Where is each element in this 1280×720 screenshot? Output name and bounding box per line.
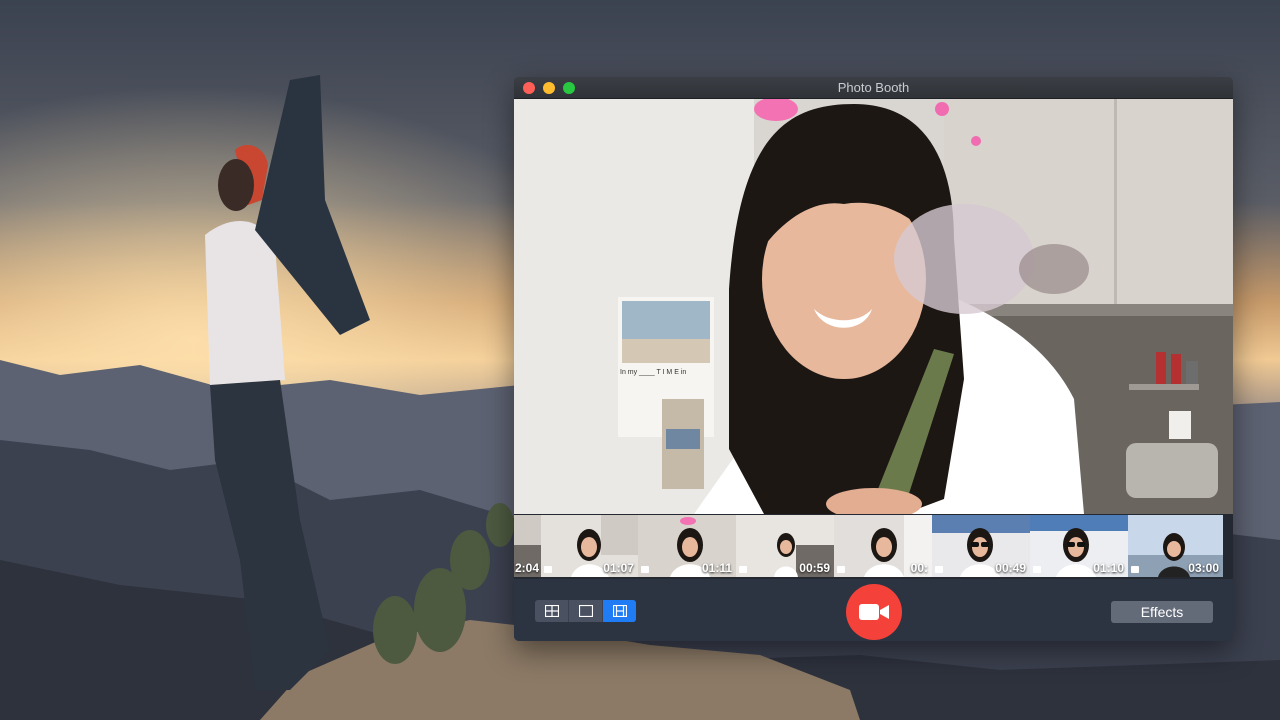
thumbnail-item[interactable]: 01:10 [1030, 515, 1130, 577]
thumbnail-item[interactable]: 00:49 [932, 515, 1032, 577]
square-icon [578, 605, 593, 617]
thumbnail-item[interactable]: 01:07 [541, 515, 640, 577]
title-bar[interactable]: Photo Booth [514, 77, 1233, 99]
record-button[interactable] [846, 584, 902, 640]
thumbnail-item[interactable]: 01:11 [638, 515, 738, 577]
photo-booth-window: Photo Booth In my ____ T I M E in 2:04 0… [514, 77, 1233, 641]
bottom-toolbar: Effects [514, 579, 1233, 641]
view-mode-control [535, 600, 636, 622]
video-icon [544, 566, 552, 573]
video-icon [1131, 566, 1139, 573]
thumbnail-item[interactable]: 00:59 [736, 515, 836, 577]
film-icon [612, 605, 627, 617]
video-icon [1033, 566, 1041, 573]
thumbnail-item[interactable]: 00: [834, 515, 934, 577]
window-title: Photo Booth [837, 80, 910, 95]
filmstrip-view-button[interactable] [603, 600, 636, 622]
thumbnail-duration: 00:59 [799, 561, 830, 575]
thumbnail-duration: 00: [910, 561, 928, 575]
camera-preview: In my ____ T I M E in [514, 99, 1233, 514]
video-camera-icon [859, 604, 889, 620]
thumbnail-item[interactable]: 2:04 [514, 515, 543, 577]
thumbnail-duration: 01:07 [603, 561, 634, 575]
thumbnail-duration: 01:11 [701, 561, 732, 575]
video-icon [935, 566, 943, 573]
thumbnail-duration: 01:10 [1093, 561, 1124, 575]
thumbnail-item[interactable]: 03:00 [1128, 515, 1225, 577]
thumbnail-strip[interactable]: 2:04 01:07 01:11 00:59 00: 00:49 01:10 0… [514, 514, 1233, 579]
effects-button[interactable]: Effects [1111, 601, 1213, 623]
video-icon [641, 566, 649, 573]
thumbnail-duration: 2:04 [514, 561, 539, 575]
poster-caption: In my ____ T I M E in [620, 369, 686, 376]
thumbnail-duration: 00:49 [995, 561, 1026, 575]
grid-icon [544, 605, 559, 617]
grid-view-button[interactable] [535, 600, 569, 622]
single-view-button[interactable] [569, 600, 603, 622]
thumbnail-duration: 03:00 [1188, 561, 1219, 575]
video-icon [837, 566, 845, 573]
video-icon [739, 566, 747, 573]
